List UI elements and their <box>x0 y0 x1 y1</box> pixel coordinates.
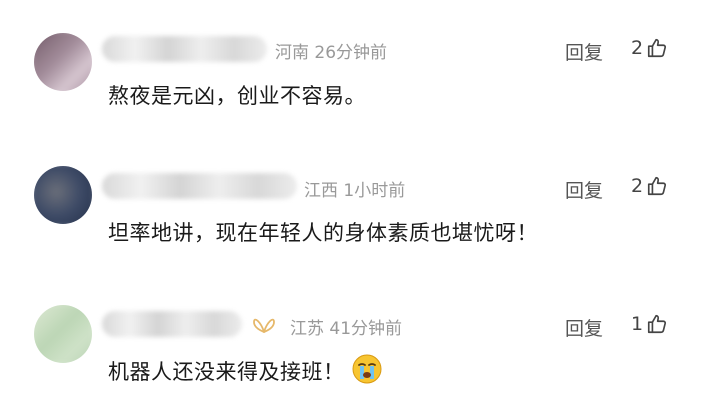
like-count: 1 <box>631 313 644 335</box>
like-button[interactable]: 2 <box>631 37 668 59</box>
like-button[interactable]: 2 <box>631 175 668 197</box>
comment-content: 坦率地讲，现在年轻人的身体素质也堪忧呀！ <box>108 221 538 245</box>
thumbs-up-icon <box>648 176 667 196</box>
comment-time: 1小时前 <box>343 181 406 201</box>
comment-location: 江苏 <box>290 319 324 339</box>
comment-meta: 河南 26分钟前 <box>275 38 387 63</box>
butterfly-badge-icon <box>253 318 275 333</box>
comment-meta: 江西 1小时前 <box>304 176 405 201</box>
like-count: 2 <box>631 175 644 197</box>
crying-emoji-icon <box>352 354 381 384</box>
comment-content: 熬夜是元凶，创业不容易。 <box>108 84 366 108</box>
like-button[interactable]: 1 <box>631 313 668 335</box>
reply-button[interactable]: 回复 <box>565 176 603 203</box>
comment-content: 机器人还没来得及接班！ <box>108 360 345 384</box>
avatar[interactable] <box>34 166 92 224</box>
comment-location: 河南 <box>275 43 309 63</box>
avatar[interactable] <box>34 33 92 91</box>
comment-location: 江西 <box>304 181 338 201</box>
username-blurred[interactable] <box>102 36 267 62</box>
comment-time: 26分钟前 <box>314 43 388 63</box>
like-count: 2 <box>631 37 644 59</box>
comment-time: 41分钟前 <box>329 319 403 339</box>
comment-content-row: 机器人还没来得及接班！ <box>108 353 383 386</box>
thumbs-up-icon <box>648 38 667 58</box>
thumbs-up-icon <box>648 314 667 334</box>
username-blurred[interactable] <box>102 173 297 199</box>
reply-button[interactable]: 回复 <box>565 38 603 65</box>
avatar[interactable] <box>34 305 92 363</box>
reply-button[interactable]: 回复 <box>565 314 603 341</box>
username-blurred[interactable] <box>102 311 242 337</box>
comment-meta: 江苏 41分钟前 <box>290 314 402 339</box>
